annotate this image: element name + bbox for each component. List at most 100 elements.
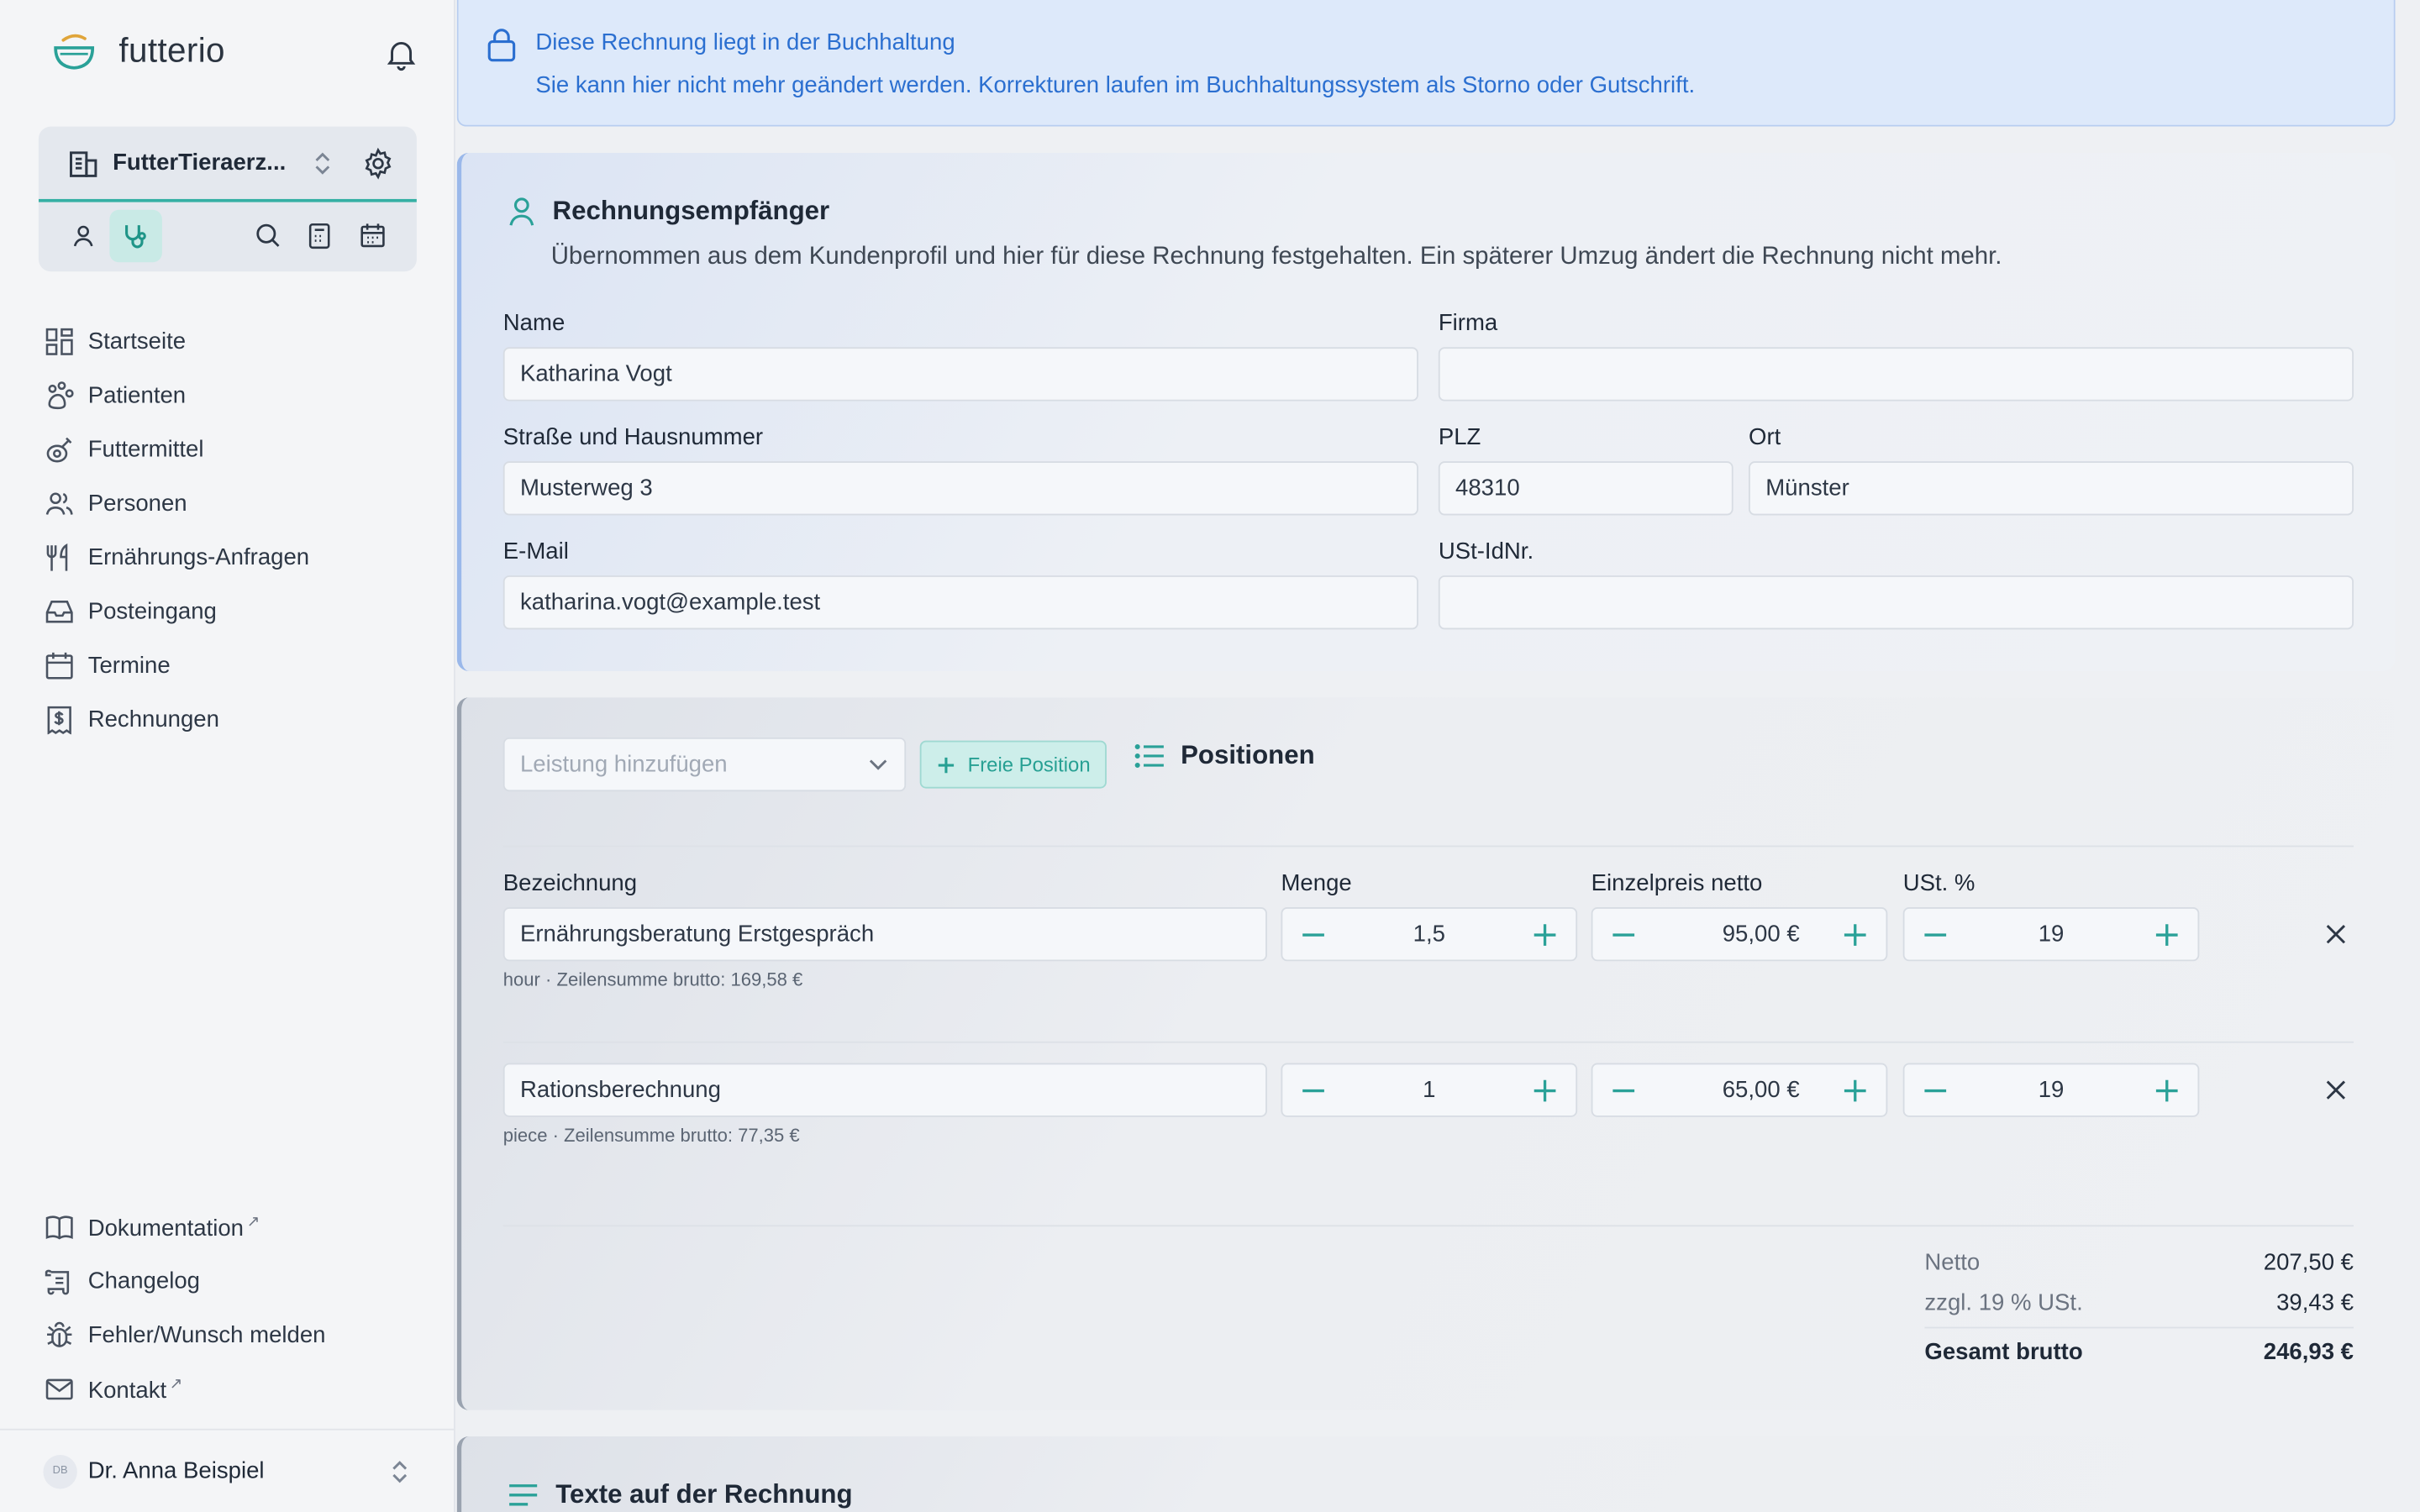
section-subtitle: Übernommen aus dem Kundenprofil und hier… — [550, 244, 2002, 270]
chevron-updown-icon — [392, 1460, 408, 1483]
banner-text: Sie kann hier nicht mehr geändert werden… — [535, 72, 1696, 99]
service-select[interactable]: Leistung hinzufügen — [502, 737, 907, 792]
nav-item-termine[interactable]: Termine — [45, 638, 430, 692]
name-field[interactable]: Katharina Vogt — [502, 347, 1418, 402]
user-menu[interactable]: DB Dr. Anna Beispiel — [0, 1428, 455, 1512]
zip-field[interactable]: 48310 — [1438, 461, 1733, 516]
calculator-button[interactable] — [293, 209, 345, 261]
food-icon — [46, 437, 72, 463]
avatar: DB — [43, 1454, 77, 1488]
positions-card: Leistung hinzufügen Freie Position Posit… — [456, 697, 2396, 1410]
invoice-texts-card: Texte auf der Rechnung — [456, 1436, 2396, 1512]
inbox-icon — [45, 601, 73, 623]
quantity-stepper: 1,5 — [1281, 906, 1578, 962]
plus-icon[interactable] — [2154, 921, 2179, 946]
plus-icon[interactable] — [1533, 1078, 1557, 1102]
nav-item-startseite[interactable]: Startseite — [45, 315, 430, 369]
calendar-icon — [360, 223, 384, 248]
remove-position-icon[interactable] — [2326, 1080, 2346, 1100]
plus-icon[interactable] — [1533, 921, 1557, 946]
gross-value: 246,93 € — [2263, 1339, 2354, 1366]
nav-item-fehler-melden[interactable]: Fehler/Wunsch melden — [45, 1309, 430, 1362]
section-title: Texte auf der Rechnung — [555, 1479, 853, 1509]
external-link-icon: ↗ — [169, 1375, 183, 1393]
building-icon — [70, 150, 97, 176]
nav-item-changelog[interactable]: Changelog — [45, 1254, 430, 1308]
minus-icon[interactable] — [1612, 1078, 1636, 1102]
locked-invoice-banner: Diese Rechnung liegt in der Buchhaltung … — [456, 0, 2396, 127]
gear-icon[interactable] — [361, 146, 395, 180]
street-field[interactable]: Musterweg 3 — [502, 461, 1418, 516]
position-hint: piece · Zeilensumme brutto: 77,35 € — [502, 1124, 800, 1147]
dashboard-icon — [45, 328, 73, 355]
nav-label: Posteingang — [87, 598, 217, 625]
plus-icon[interactable] — [2154, 1078, 2179, 1102]
position-name-field[interactable]: Rationsberechnung — [502, 1063, 1267, 1117]
people-icon — [45, 492, 73, 515]
nav-label: Futtermittel — [87, 436, 204, 464]
plus-icon[interactable] — [1843, 1078, 1867, 1102]
bowl-logo-icon — [54, 34, 95, 70]
minus-icon[interactable] — [1923, 1078, 1948, 1102]
notifications-button[interactable] — [383, 35, 420, 72]
nav-item-ernaehrungs-anfragen[interactable]: Ernährungs-Anfragen — [45, 531, 430, 585]
net-value: 207,50 € — [2263, 1249, 2354, 1276]
vat-value: 19 — [2038, 1077, 2065, 1104]
company-field[interactable] — [1438, 347, 2354, 402]
quantity-value: 1 — [1423, 1077, 1436, 1104]
nav-label: Termine — [87, 652, 171, 680]
vat-total-label: zzgl. 19 % USt. — [1924, 1289, 2083, 1316]
minus-icon[interactable] — [1923, 921, 1948, 946]
user-icon — [73, 224, 93, 246]
section-title: Rechnungsempfänger — [552, 196, 830, 226]
minus-icon[interactable] — [1612, 921, 1636, 946]
chevron-updown-icon[interactable] — [310, 147, 334, 178]
vat-total-value: 39,43 € — [2276, 1289, 2354, 1316]
nav-label: Fehler/Wunsch melden — [87, 1322, 326, 1349]
remove-position-icon[interactable] — [2326, 924, 2346, 944]
price-value: 95,00 € — [1722, 921, 1800, 948]
street-label: Straße und Hausnummer — [502, 424, 764, 451]
quantity-stepper: 1 — [1281, 1063, 1578, 1117]
vet-mode-button[interactable] — [109, 208, 162, 262]
vat-id-label: USt-IdNr. — [1438, 538, 1534, 565]
name-label: Name — [502, 310, 566, 337]
list-icon — [1134, 743, 1164, 769]
divider — [502, 845, 2354, 848]
secondary-navigation: Dokumentation ↗ Changelog Fehler/Wunsch m… — [45, 1200, 430, 1416]
position-name-field[interactable]: Ernährungsberatung Erstgespräch — [502, 906, 1267, 962]
nav-item-patienten[interactable]: Patienten — [45, 369, 430, 423]
paw-icon — [48, 381, 74, 410]
clinic-switcher[interactable]: FutterTieraerz... — [38, 127, 417, 202]
nav-item-rechnungen[interactable]: Rechnungen — [45, 693, 430, 747]
nav-item-posteingang[interactable]: Posteingang — [45, 585, 430, 638]
nav-item-kontakt[interactable]: Kontakt ↗ — [45, 1362, 430, 1416]
net-label: Netto — [1924, 1249, 1981, 1276]
minus-icon[interactable] — [1301, 1078, 1325, 1102]
chevron-down-icon — [869, 759, 887, 769]
user-icon — [509, 197, 534, 226]
service-select-placeholder: Leistung hinzufügen — [519, 751, 728, 778]
nav-item-dokumentation[interactable]: Dokumentation ↗ — [45, 1200, 430, 1254]
vat-id-field[interactable] — [1438, 575, 2354, 630]
city-field[interactable]: Münster — [1749, 461, 2354, 516]
calendar-button[interactable] — [345, 209, 397, 261]
invoice-icon — [47, 706, 71, 735]
nav-item-futtermittel[interactable]: Futtermittel — [45, 423, 430, 476]
fork-knife-icon — [46, 543, 68, 571]
search-icon — [255, 223, 279, 247]
position-hint: hour · Zeilensumme brutto: 169,58 € — [502, 969, 803, 991]
add-free-position-button[interactable]: Freie Position — [919, 740, 1107, 789]
search-button[interactable] — [241, 209, 293, 261]
email-field[interactable]: katharina.vogt@example.test — [502, 575, 1418, 630]
minus-icon[interactable] — [1301, 921, 1325, 946]
calculator-icon — [308, 223, 330, 249]
mail-icon — [45, 1378, 73, 1400]
app-logo[interactable]: futterio — [51, 28, 225, 74]
plus-icon[interactable] — [1843, 921, 1867, 946]
nav-item-personen[interactable]: Personen — [45, 477, 430, 531]
user-name: Dr. Anna Beispiel — [87, 1457, 265, 1484]
nav-label: Changelog — [87, 1268, 200, 1295]
scroll-icon — [45, 1269, 70, 1295]
person-mode-button[interactable] — [57, 209, 109, 261]
